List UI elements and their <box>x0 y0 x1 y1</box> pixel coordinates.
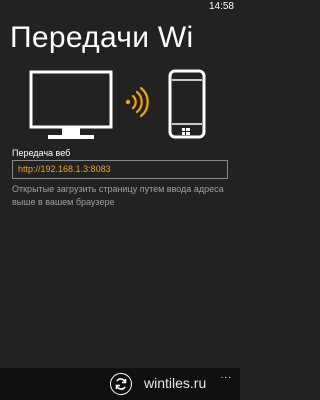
hint-text: Открытые загрузить страницу путем ввода … <box>12 184 224 207</box>
url-field[interactable]: http://192.168.1.3:8083 <box>12 160 228 179</box>
web-transfer-label: Передача веб <box>12 148 71 158</box>
more-button[interactable]: ... <box>221 370 232 381</box>
transfer-illustration <box>29 69 206 139</box>
sync-icon <box>115 378 127 390</box>
windows-phone-icon <box>168 69 206 139</box>
status-time: 14:58 <box>208 1 234 12</box>
wifi-signal-icon <box>125 86 149 118</box>
page-title: Передачи Wi <box>10 21 194 54</box>
watermark: wintiles.ru <box>144 375 207 391</box>
sync-button[interactable] <box>110 373 132 395</box>
status-bar: 14:58 <box>0 0 240 14</box>
monitor-icon <box>29 70 113 139</box>
screen: 14:58 Передачи Wi Передача веб http://19… <box>0 0 240 400</box>
app-bar: wintiles.ru ... <box>0 368 240 400</box>
